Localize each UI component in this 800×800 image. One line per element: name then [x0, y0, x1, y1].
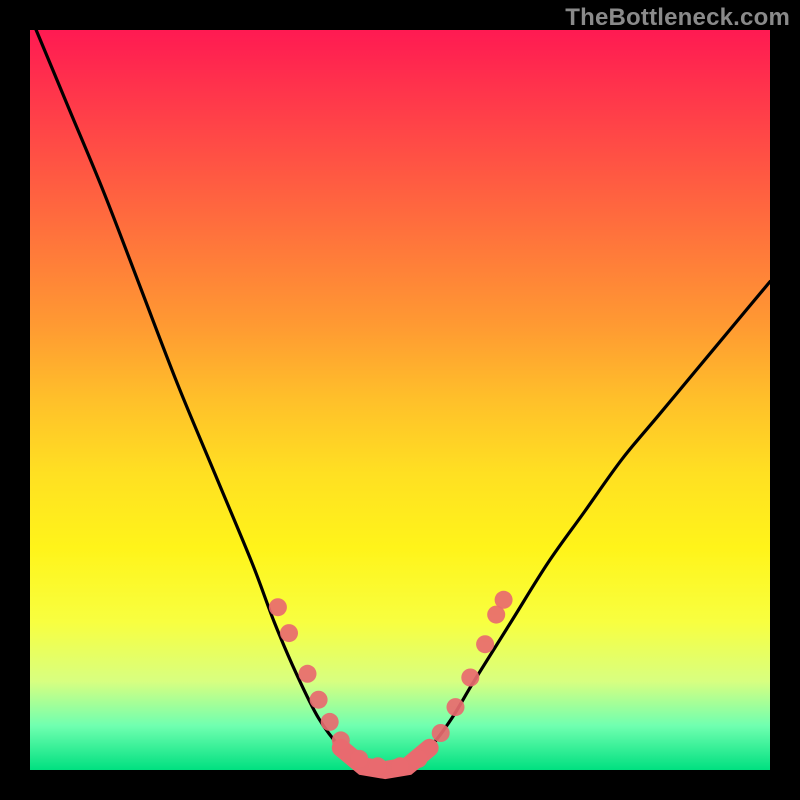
data-marker: [369, 757, 387, 775]
data-marker: [410, 750, 428, 768]
bottleneck-curve: [30, 15, 770, 770]
plot-area: [30, 30, 770, 770]
data-marker: [447, 698, 465, 716]
data-marker: [280, 624, 298, 642]
curve-layer: [30, 15, 770, 770]
chart-svg: [30, 30, 770, 770]
data-marker: [350, 750, 368, 768]
data-marker: [332, 731, 350, 749]
data-marker: [269, 598, 287, 616]
data-marker: [495, 591, 513, 609]
data-marker: [432, 724, 450, 742]
outer-frame: TheBottleneck.com: [0, 0, 800, 800]
data-marker: [310, 691, 328, 709]
data-marker: [321, 713, 339, 731]
data-marker: [461, 669, 479, 687]
watermark-text: TheBottleneck.com: [565, 4, 790, 32]
marker-layer: [269, 591, 513, 776]
data-marker: [391, 757, 409, 775]
data-marker: [476, 635, 494, 653]
data-marker: [299, 665, 317, 683]
